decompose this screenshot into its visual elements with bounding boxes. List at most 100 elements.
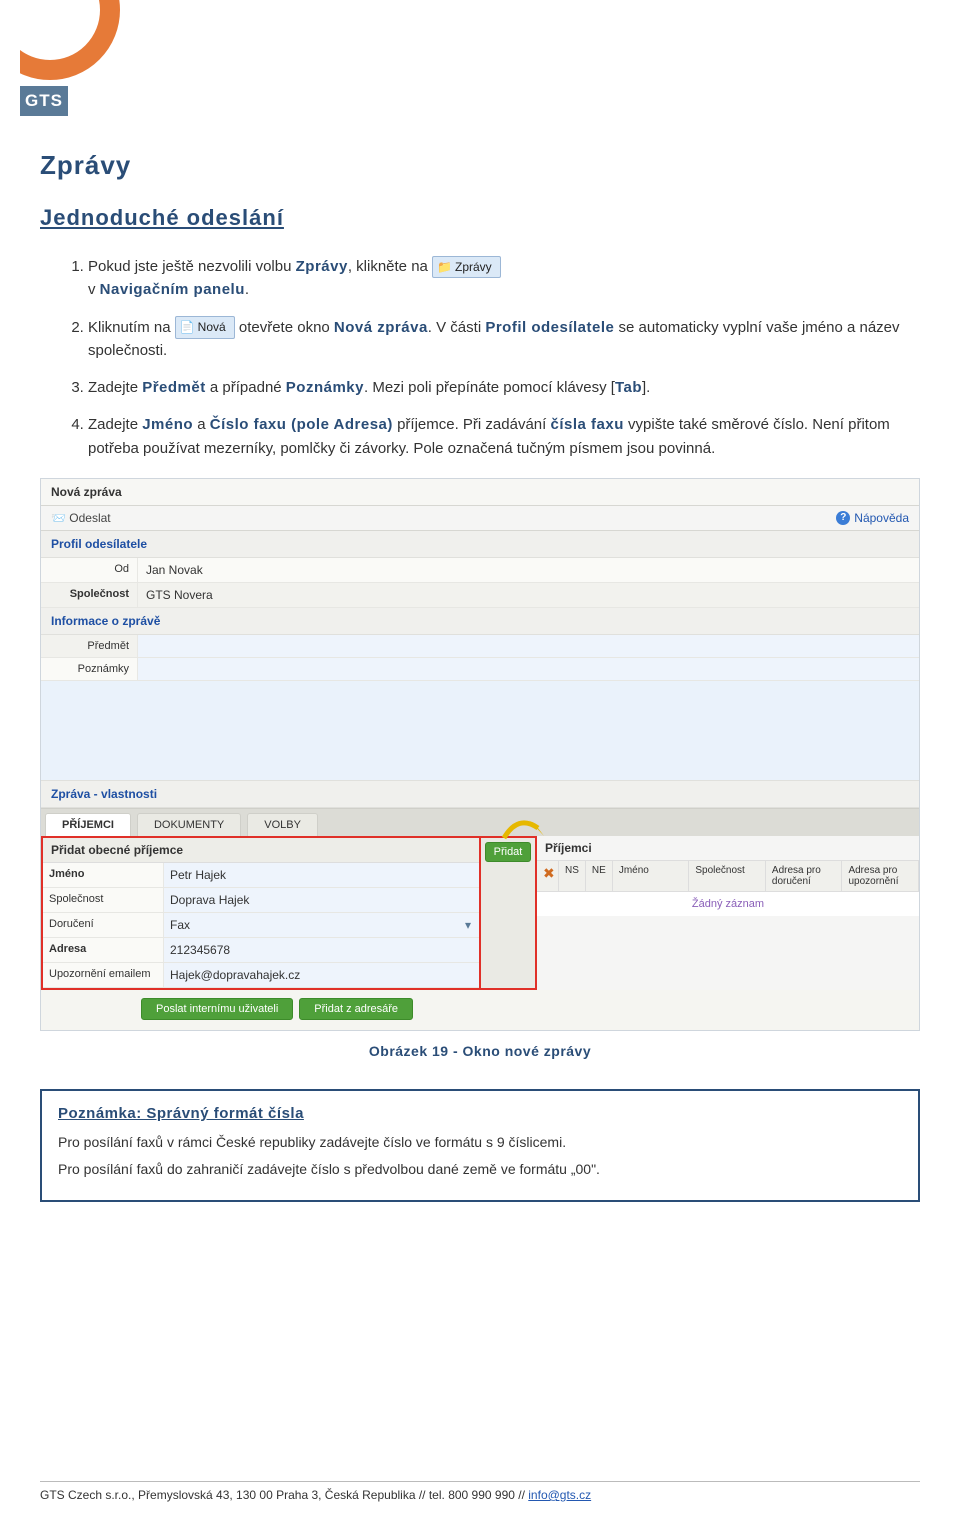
recipients-list-panel: Příjemci ✖ NS NE Jméno Společnost Adresa… [537, 836, 919, 990]
logo-arc-icon [0, 0, 120, 80]
step-2: Kliknutím na 📄Nová otevřete okno Nová zp… [88, 316, 920, 363]
window-title: Nová zpráva [41, 479, 919, 506]
col-addr-notify: Adresa pro upozornění [842, 861, 919, 891]
text: Pokud jste ještě nezvolili volbu [88, 258, 296, 275]
label-from: Od [41, 558, 137, 582]
add-recipient-title: Přidat obecné příjemce [43, 838, 479, 863]
col-company: Společnost [689, 861, 766, 891]
figure-caption: Obrázek 19 - Okno nové zprávy [40, 1043, 920, 1059]
keyword: Jméno [142, 416, 193, 433]
footer: GTS Czech s.r.o., Přemyslovská 43, 130 0… [40, 1481, 920, 1502]
help-link[interactable]: ?Nápověda [836, 511, 909, 525]
notify-input[interactable]: Hajek@dopravahajek.cz [163, 963, 479, 987]
col-ne: NE [586, 861, 613, 891]
bottom-buttons: Poslat internímu uživateli Přidat z adre… [41, 990, 919, 1030]
tab-documents[interactable]: DOKUMENTY [137, 813, 241, 836]
zpravy-nav-button[interactable]: 📁Zprávy [432, 256, 501, 279]
keyword: Navigačním panelu [100, 281, 245, 298]
col-ns: NS [559, 861, 586, 891]
text: Kliknutím na [88, 319, 175, 336]
step-list: Pokud jste ještě nezvolili volbu Zprávy,… [40, 255, 920, 460]
section-sender: Profil odesílatele [41, 531, 919, 558]
col-name: Jméno [613, 861, 690, 891]
text: . V části [428, 319, 486, 336]
text: a případné [206, 379, 286, 396]
recipients-list-title: Příjemci [537, 836, 919, 860]
label-notes: Poznámky [41, 658, 137, 680]
notes-textarea[interactable] [41, 681, 919, 781]
text: , klikněte na [348, 258, 432, 275]
add-button-col: Přidat [481, 836, 537, 990]
label-delivery: Doručení [43, 913, 163, 937]
send-internal-button[interactable]: Poslat internímu uživateli [141, 998, 293, 1020]
keyword: čísla faxu [550, 416, 623, 433]
btn-label: Nová [198, 320, 226, 334]
arrow-icon [496, 810, 556, 846]
delete-icon[interactable]: ✖ [537, 861, 559, 891]
step-4: Zadejte Jméno a Číslo faxu (pole Adresa)… [88, 413, 920, 460]
label-rcompany: Společnost [43, 888, 163, 912]
note-p2: Pro posílání faxů do zahraničí zadávejte… [58, 1159, 902, 1180]
label: Odeslat [69, 511, 110, 525]
logo-text: GTS [20, 86, 68, 116]
window-toolbar: 📨 Odeslat ?Nápověda [41, 506, 919, 531]
subsection-title: Jednoduché odeslání [40, 205, 920, 231]
name-input[interactable]: Petr Hajek [163, 863, 479, 887]
tab-options[interactable]: VOLBY [247, 813, 318, 836]
label-address: Adresa [43, 938, 163, 962]
text: Zadejte [88, 379, 142, 396]
text: Zadejte [88, 416, 142, 433]
step-1: Pokud jste ještě nezvolili volbu Zprávy,… [88, 255, 920, 302]
new-icon: 📄 [180, 320, 195, 334]
col-addr-delivery: Adresa pro doručení [766, 861, 843, 891]
footer-text: GTS Czech s.r.o., Přemyslovská 43, 130 0… [40, 1488, 528, 1502]
note-p1: Pro posílání faxů v rámci České republik… [58, 1132, 902, 1153]
keyword: Předmět [142, 379, 206, 396]
send-button[interactable]: 📨 Odeslat [51, 511, 111, 525]
nova-button[interactable]: 📄Nová [175, 316, 235, 339]
help-icon: ? [836, 511, 850, 525]
send-icon: 📨 [51, 511, 69, 525]
keyword: Číslo faxu (pole Adresa) [210, 416, 393, 433]
rcompany-input[interactable]: Doprava Hajek [163, 888, 479, 912]
keyword: Nová zpráva [334, 319, 428, 336]
label-subject: Předmět [41, 635, 137, 657]
text: v [88, 281, 100, 298]
address-input[interactable]: 212345678 [163, 938, 479, 962]
subject-input[interactable] [137, 635, 919, 657]
note-title: Poznámka: Správný formát čísla [58, 1105, 902, 1122]
label-notify: Upozornění emailem [43, 963, 163, 987]
label-name: Jméno [43, 863, 163, 887]
text: . Mezi poli přepínáte pomocí klávesy [ [364, 379, 615, 396]
text: a [193, 416, 210, 433]
recipients-table-header: ✖ NS NE Jméno Společnost Adresa pro doru… [537, 860, 919, 892]
value-from: Jan Novak [137, 558, 919, 582]
keyword: Zprávy [296, 258, 348, 275]
delivery-select[interactable]: Fax [163, 913, 479, 937]
text: otevřete okno [235, 319, 334, 336]
btn-label: Zprávy [455, 260, 492, 274]
text: příjemce. Při zadávání [393, 416, 551, 433]
empty-record-text: Žádný záznam [537, 892, 919, 916]
note-box: Poznámka: Správný formát čísla Pro posíl… [40, 1089, 920, 1202]
tab-bar: PŘÍJEMCI DOKUMENTY VOLBY [41, 808, 919, 836]
tab-recipients[interactable]: PŘÍJEMCI [45, 813, 131, 836]
text: . [245, 281, 249, 298]
keyword: Poznámky [286, 379, 364, 396]
new-message-window: Nová zpráva 📨 Odeslat ?Nápověda Profil o… [40, 478, 920, 1031]
folder-icon: 📁 [437, 260, 452, 274]
footer-link[interactable]: info@gts.cz [528, 1488, 591, 1502]
text: ]. [642, 379, 650, 396]
add-from-addressbook-button[interactable]: Přidat z adresáře [299, 998, 413, 1020]
keyword: Tab [615, 379, 642, 396]
section-props: Zpráva - vlastnosti [41, 781, 919, 808]
label-company: Společnost [41, 583, 137, 607]
add-recipient-panel: Přidat obecné příjemce JménoPetr Hajek S… [41, 836, 481, 990]
value-company: GTS Novera [137, 583, 919, 607]
logo: GTS [20, 0, 140, 120]
keyword: Profil odesílatele [485, 319, 614, 336]
recipients-area: Přidat obecné příjemce JménoPetr Hajek S… [41, 836, 919, 990]
section-info: Informace o zprávě [41, 608, 919, 635]
notes-input[interactable] [137, 658, 919, 680]
page-title: Zprávy [40, 150, 920, 181]
